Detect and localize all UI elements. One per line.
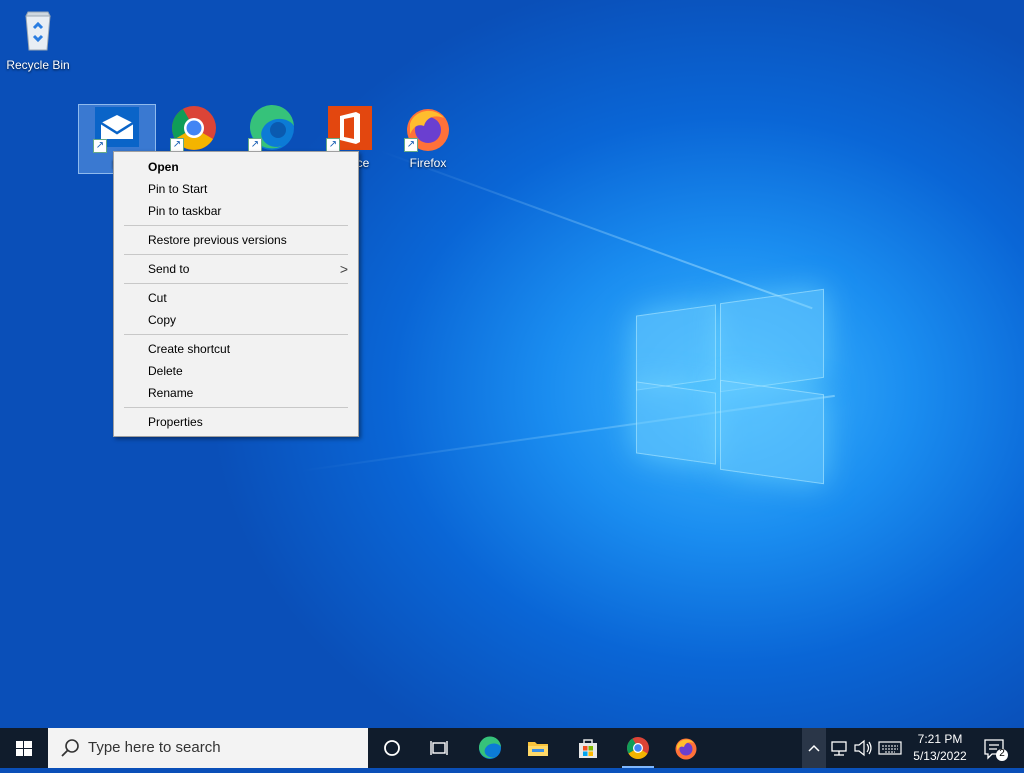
desktop-icon-recycle-bin[interactable]: Recycle Bin: [0, 6, 76, 72]
shortcut-arrow-icon: ↗: [93, 139, 107, 153]
menu-item-delete[interactable]: Delete: [114, 360, 358, 382]
menu-separator: [124, 254, 348, 255]
desktop-icon-label: Firefox: [409, 156, 447, 170]
taskbar-app-store[interactable]: [564, 728, 612, 768]
menu-item-pin-to-start[interactable]: Pin to Start: [114, 178, 358, 200]
clock-date: 5/13/2022: [913, 749, 967, 763]
menu-item-restore-previous-versions[interactable]: Restore previous versions: [114, 229, 358, 251]
edge-icon: ↗: [248, 104, 296, 152]
chevron-up-icon: [808, 744, 820, 752]
windows-start-icon: [16, 741, 32, 756]
taskbar-clock[interactable]: 7:21 PM 5/13/2022: [900, 731, 980, 765]
network-icon: [831, 741, 847, 756]
network-button[interactable]: [828, 728, 850, 768]
folder-icon: [528, 742, 548, 756]
shortcut-arrow-icon: ↗: [326, 138, 340, 152]
store-icon: [579, 739, 597, 758]
menu-item-copy[interactable]: Copy: [114, 309, 358, 331]
recycle-bin-icon: [14, 6, 62, 54]
show-hidden-icons-button[interactable]: [802, 728, 826, 768]
menu-item-rename[interactable]: Rename: [114, 382, 358, 404]
desktop-icon-chrome[interactable]: ↗: [156, 104, 232, 156]
menu-item-properties[interactable]: Properties: [114, 411, 358, 433]
chrome-icon: [627, 737, 649, 759]
volume-button[interactable]: [852, 728, 874, 768]
light-ray: [379, 150, 813, 310]
menu-separator: [124, 407, 348, 408]
taskbar-search-box[interactable]: Type here to search: [48, 728, 368, 768]
menu-item-pin-to-taskbar[interactable]: Pin to taskbar: [114, 200, 358, 222]
mail-icon: ↗: [93, 105, 141, 153]
menu-separator: [124, 225, 348, 226]
shortcut-arrow-icon: ↗: [248, 138, 262, 152]
menu-item-send-to[interactable]: Send to >: [114, 258, 358, 280]
task-view-button[interactable]: [416, 728, 464, 768]
volume-icon: [854, 739, 872, 757]
task-view-icon: [430, 741, 448, 755]
search-icon: [61, 739, 79, 757]
menu-item-open[interactable]: Open: [114, 156, 358, 178]
search-placeholder: Type here to search: [88, 739, 221, 756]
taskbar-app-file-explorer[interactable]: [514, 728, 562, 768]
shortcut-arrow-icon: ↗: [170, 138, 184, 152]
menu-item-cut[interactable]: Cut: [114, 287, 358, 309]
menu-separator: [124, 334, 348, 335]
menu-item-label: Send to: [148, 262, 190, 276]
menu-separator: [124, 283, 348, 284]
shortcut-arrow-icon: ↗: [404, 138, 418, 152]
desktop-icon-edge[interactable]: ↗: [234, 104, 310, 156]
cortana-icon: [384, 740, 400, 756]
cortana-button[interactable]: [368, 728, 416, 768]
edge-icon: [478, 736, 501, 759]
desktop-icon-label: Recycle Bin: [6, 58, 70, 72]
office-icon: ↗: [326, 104, 374, 152]
firefox-icon: ↗: [404, 104, 452, 152]
taskbar-app-firefox[interactable]: [662, 728, 710, 768]
notification-count-badge: 2: [999, 748, 1005, 759]
context-menu: Open Pin to Start Pin to taskbar Restore…: [113, 151, 359, 437]
firefox-icon: [675, 738, 697, 760]
action-center-button[interactable]: 2: [980, 728, 1010, 768]
windows-wallpaper-logo: [636, 288, 824, 485]
clock-time: 7:21 PM: [917, 732, 963, 746]
menu-item-create-shortcut[interactable]: Create shortcut: [114, 338, 358, 360]
desktop-icon-firefox[interactable]: ↗ Firefox: [390, 104, 466, 170]
start-button[interactable]: [0, 728, 48, 768]
taskbar-app-chrome[interactable]: [614, 728, 662, 768]
chrome-icon: ↗: [170, 104, 218, 152]
taskbar-app-edge[interactable]: [466, 728, 514, 768]
chevron-right-icon: >: [339, 261, 348, 277]
taskbar: Type here to search 7:21 PM 5/13/2022 2: [0, 728, 1024, 768]
